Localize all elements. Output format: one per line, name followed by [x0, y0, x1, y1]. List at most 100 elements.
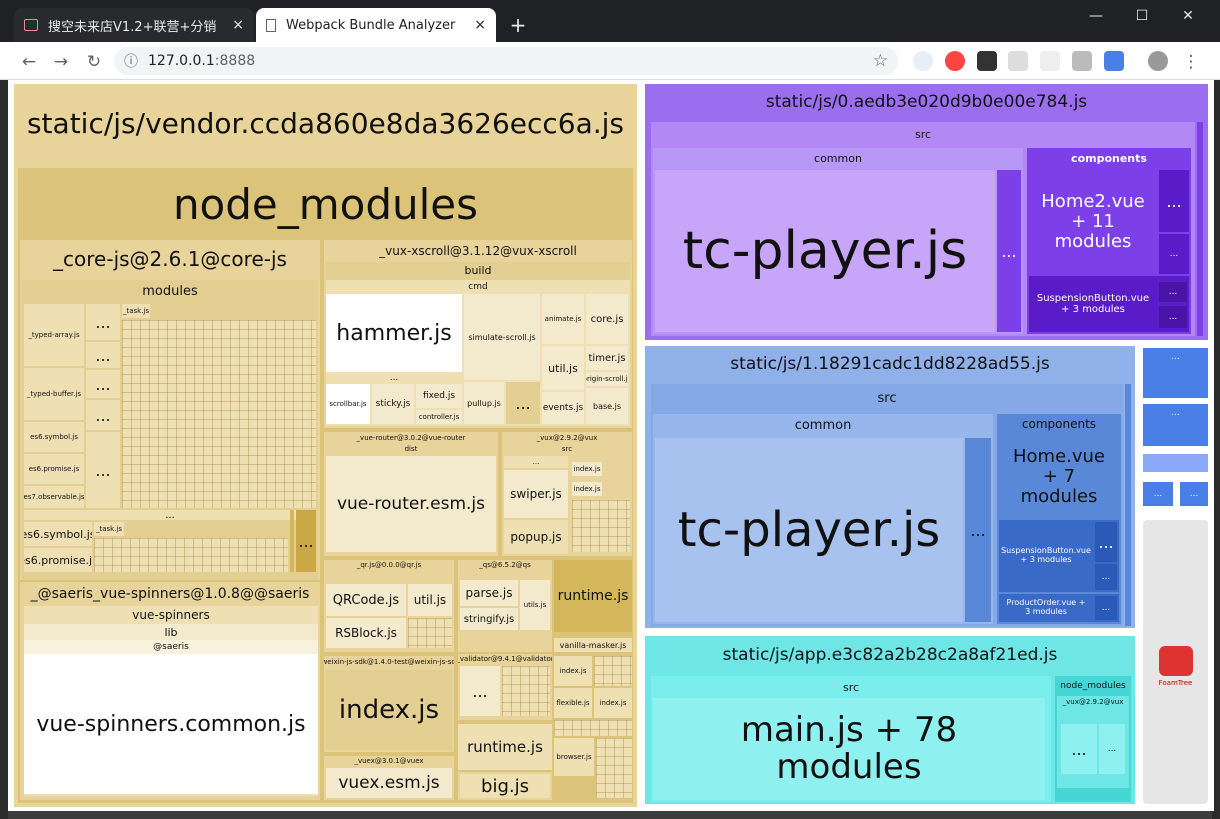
vuex-package[interactable]: _vuex@3.0.1@vuex vuex.esm.js — [324, 756, 454, 800]
module-product[interactable]: ProductOrder.vue + 3 modules — [999, 594, 1093, 622]
small-modules-grid[interactable] — [408, 618, 452, 648]
bookmark-star-icon[interactable]: ☆ — [873, 51, 888, 71]
more-modules[interactable]: ... — [506, 382, 540, 424]
more-modules[interactable]: ... — [86, 400, 120, 430]
small-chunk[interactable] — [1143, 454, 1208, 472]
forward-button[interactable]: → — [50, 51, 72, 73]
folder[interactable]: build cmd hammer.js simulate-scroll.js a… — [326, 262, 630, 426]
module-runtime[interactable]: runtime.js — [554, 560, 632, 632]
more-modules[interactable]: ... — [24, 510, 316, 520]
module[interactable]: origin-scroll.js — [586, 372, 628, 386]
spinners-package[interactable]: _@saeris_vue-spinners@1.0.8@@saeris vue-… — [20, 582, 320, 800]
xscroll-package[interactable]: _vux-xscroll@3.1.12@vux-xscroll build cm… — [324, 240, 632, 428]
more-modules[interactable]: ... — [1099, 724, 1125, 774]
module-vuex[interactable]: vuex.esm.js — [326, 768, 452, 798]
corejs-package[interactable]: _core-js@2.6.1@core-js modules _typed-ar… — [20, 240, 320, 580]
bigjs-package[interactable]: big.js — [458, 772, 552, 800]
module[interactable]: parse.js — [460, 580, 518, 606]
components-folder[interactable]: components Home2.vue + 11 modules ... ..… — [1027, 148, 1191, 334]
more-modules[interactable]: ... — [86, 342, 120, 368]
module-suspension[interactable]: SuspensionButton.vue + 3 modules — [1029, 276, 1157, 332]
small-modules-grid[interactable] — [594, 656, 632, 686]
components-folder[interactable]: components Home.vue + 7 modules Suspensi… — [997, 414, 1121, 624]
module-qrcode[interactable]: QRCode.js — [326, 584, 406, 616]
module[interactable]: es6.symbol.js — [24, 422, 84, 452]
small-modules-grid[interactable] — [554, 720, 632, 736]
back-button[interactable]: ← — [18, 51, 40, 73]
module-main[interactable]: main.js + 78 modules — [653, 698, 1045, 800]
module[interactable]: pullup.js — [464, 382, 504, 424]
reload-button[interactable]: ↻ — [83, 51, 105, 73]
more-modules[interactable]: ... — [504, 456, 568, 468]
extension-icon[interactable] — [1040, 51, 1060, 71]
module-home[interactable]: Home.vue + 7 modules — [999, 436, 1119, 518]
module-vue-spinners[interactable]: vue-spinners.common.js — [24, 654, 318, 794]
modules-folder[interactable]: modules _typed-array.js _typed-buffer.js… — [22, 280, 318, 580]
module-hammer[interactable]: hammer.js — [326, 294, 462, 372]
more-modules[interactable]: ... — [460, 666, 500, 716]
module[interactable]: fixed.js — [416, 384, 462, 408]
module-index[interactable]: index.js — [326, 670, 452, 750]
more-modules[interactable]: ... — [1095, 522, 1117, 562]
module[interactable]: util.js — [408, 584, 452, 616]
more-modules[interactable]: ... — [1095, 596, 1117, 620]
module[interactable]: utils.js — [520, 580, 550, 630]
more-modules[interactable]: ... — [1159, 234, 1189, 274]
node-modules-group[interactable]: node_modules _core-js@2.6.1@core-js modu… — [18, 168, 633, 803]
more-modules[interactable]: ... — [1159, 306, 1187, 328]
small-modules-grid[interactable] — [94, 538, 288, 572]
module[interactable]: core.js — [586, 294, 628, 344]
module-tc-player[interactable]: tc-player.js — [655, 170, 995, 332]
src-folder[interactable]: src common tc-player.js ... components H… — [651, 122, 1195, 336]
module-swiper[interactable]: swiper.js — [504, 470, 568, 518]
src-folder[interactable]: src common tc-player.js ... components H… — [651, 384, 1123, 626]
small-chunk[interactable]: ... — [1143, 482, 1173, 506]
close-tab-icon[interactable]: × — [474, 17, 486, 33]
more-modules[interactable]: ... — [326, 374, 462, 382]
extension-icon[interactable] — [1072, 51, 1092, 71]
more-modules[interactable]: ... — [1159, 170, 1189, 232]
more-modules[interactable]: ... — [1095, 564, 1117, 590]
more-modules[interactable]: ... — [997, 170, 1021, 332]
suspension-folder[interactable]: SuspensionButton.vue + 3 modules ... ... — [999, 520, 1119, 592]
folder[interactable]: vue-spinners lib @saeris vue-spinners.co… — [24, 606, 318, 796]
extension-icon[interactable] — [945, 51, 965, 71]
module[interactable]: es6.promise.js — [24, 548, 92, 572]
module[interactable]: index.js — [594, 688, 632, 718]
more-modules[interactable]: ... — [86, 432, 120, 508]
vendor-chunk[interactable]: static/js/vendor.ccda860e8da3626ecc6a.js… — [14, 84, 637, 807]
more-modules[interactable]: ... — [86, 304, 120, 340]
vux-package[interactable]: _vux@2.9.2@vux src ... swiper.js popup.j… — [502, 432, 632, 556]
module[interactable]: timer.js — [586, 346, 628, 370]
extension-icon[interactable] — [913, 51, 933, 71]
module-runtime[interactable]: runtime.js — [458, 724, 552, 770]
close-window-button[interactable]: ✕ — [1168, 2, 1208, 30]
module[interactable]: index.js — [554, 656, 592, 686]
module[interactable]: util.js — [542, 346, 584, 390]
small-modules-grid[interactable] — [596, 738, 632, 798]
vux-folder[interactable]: _vux@2.9.2@vux ... ... — [1057, 696, 1129, 788]
address-bar[interactable]: ⓘ 127.0.0.1:8888 ☆ — [114, 47, 898, 75]
small-modules-grid[interactable] — [122, 320, 316, 508]
module-home2[interactable]: Home2.vue + 11 modules — [1029, 170, 1157, 274]
module[interactable]: animate.js — [542, 294, 584, 344]
validator-package[interactable]: _validator@9.4.1@validator ... — [458, 654, 552, 720]
extension-icon[interactable] — [1008, 51, 1028, 71]
module[interactable]: vanilla-masker.js — [554, 638, 632, 652]
module[interactable]: index.js — [572, 462, 602, 476]
node-modules-folder[interactable]: node_modules _vux@2.9.2@vux ... ... — [1055, 676, 1131, 802]
small-chunk[interactable]: ... — [1143, 404, 1208, 446]
close-tab-icon[interactable]: × — [232, 17, 244, 33]
module-popup[interactable]: popup.js — [504, 520, 568, 554]
src-folder[interactable]: src main.js + 78 modules — [651, 676, 1051, 802]
more-modules[interactable]: ... — [296, 510, 316, 572]
module[interactable]: es6.symbol.js — [24, 522, 92, 546]
module[interactable]: simulate-scroll.js — [464, 294, 540, 380]
weixin-package[interactable]: _weixin-js-sdk@1.4.0-test@weixin-js-sdk … — [324, 656, 454, 752]
qrjs-package[interactable]: _qr.js@0.0.0@qr.js QRCode.js util.js RSB… — [324, 560, 454, 652]
module[interactable] — [290, 510, 294, 572]
module[interactable]: _task.js — [122, 304, 150, 318]
module[interactable]: stringify.js — [460, 608, 518, 630]
module[interactable]: index.js — [572, 482, 602, 496]
suspension-folder[interactable]: SuspensionButton.vue + 3 modules ... ... — [1029, 276, 1189, 332]
